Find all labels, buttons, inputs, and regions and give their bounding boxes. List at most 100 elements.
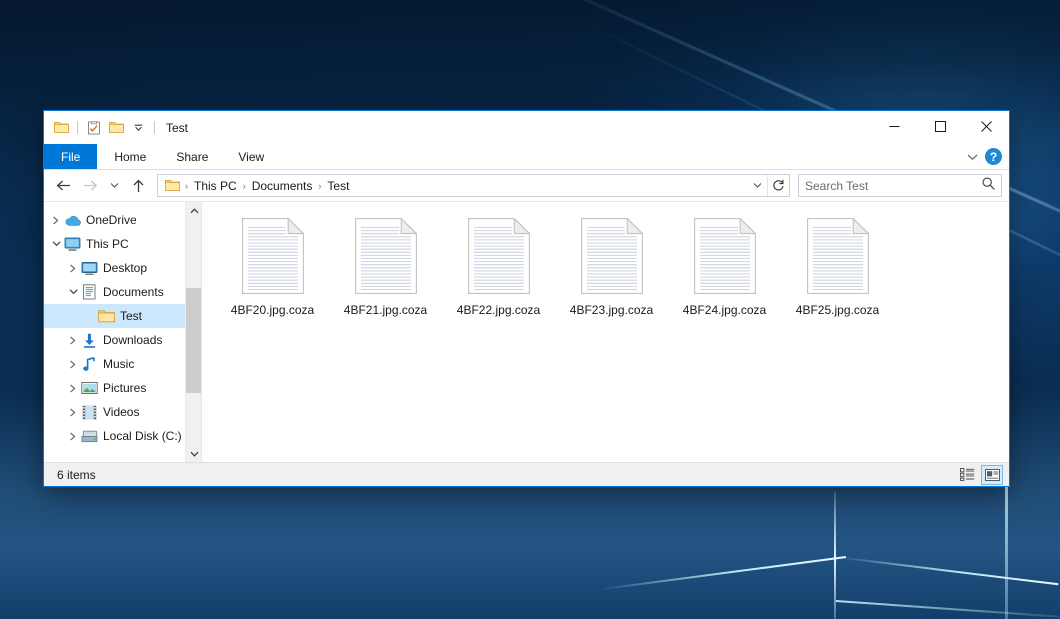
file-item[interactable]: 4BF25.jpg.coza xyxy=(781,216,894,317)
sidebar-item-test[interactable]: Test xyxy=(44,304,201,328)
navigation-pane: OneDrive This PC Desktop Documents Test Downl… xyxy=(44,202,201,462)
sidebar-item-this-pc[interactable]: This PC xyxy=(44,232,201,256)
file-item[interactable]: 4BF24.jpg.coza xyxy=(668,216,781,317)
breadcrumb-separator-1[interactable]: › xyxy=(241,181,248,191)
music-note-icon xyxy=(81,356,98,372)
file-name-label: 4BF23.jpg.coza xyxy=(570,303,653,317)
maximize-button[interactable] xyxy=(917,111,963,142)
qat-separator-2 xyxy=(154,121,155,134)
sidebar-item-local-disk-c[interactable]: Local Disk (C:) xyxy=(44,424,201,448)
file-name-label: 4BF21.jpg.coza xyxy=(344,303,427,317)
chevron-right-icon[interactable] xyxy=(65,432,81,441)
chevron-right-icon[interactable] xyxy=(65,408,81,417)
file-item[interactable]: 4BF23.jpg.coza xyxy=(555,216,668,317)
navigation-tree: OneDrive This PC Desktop Documents Test Downl… xyxy=(44,208,201,448)
sidebar-item-label: Music xyxy=(103,357,134,371)
tab-home[interactable]: Home xyxy=(99,144,161,169)
scroll-down-arrow-icon[interactable] xyxy=(186,445,201,462)
breadcrumb-test[interactable]: Test xyxy=(323,179,353,193)
address-dropdown-chevron-icon[interactable] xyxy=(748,175,767,196)
generic-document-icon xyxy=(242,218,304,294)
quick-access-toolbar xyxy=(44,118,159,138)
navigation-scrollbar[interactable] xyxy=(185,202,201,462)
generic-document-icon xyxy=(807,218,869,294)
qat-separator-1 xyxy=(77,121,78,134)
forward-button[interactable] xyxy=(78,174,103,198)
large-icons-view-button[interactable] xyxy=(981,465,1003,485)
file-explorer-window: Test File Home Share View xyxy=(43,110,1010,487)
file-item[interactable]: 4BF22.jpg.coza xyxy=(442,216,555,317)
sidebar-item-downloads[interactable]: Downloads xyxy=(44,328,201,352)
breadcrumb-this-pc[interactable]: This PC xyxy=(190,179,241,193)
tab-share[interactable]: Share xyxy=(161,144,223,169)
sidebar-item-label: Videos xyxy=(103,405,139,419)
sidebar-item-music[interactable]: Music xyxy=(44,352,201,376)
scrollbar-thumb[interactable] xyxy=(186,288,201,393)
close-button[interactable] xyxy=(963,111,1009,142)
file-item[interactable]: 4BF20.jpg.coza xyxy=(216,216,329,317)
breadcrumb-documents[interactable]: Documents xyxy=(248,179,317,193)
scroll-up-arrow-icon[interactable] xyxy=(186,202,201,219)
wallpaper-logo-ray-vertical-upper xyxy=(834,492,836,558)
sidebar-item-documents[interactable]: Documents xyxy=(44,280,201,304)
sidebar-item-pictures[interactable]: Pictures xyxy=(44,376,201,400)
search-icon[interactable] xyxy=(982,177,995,195)
chevron-right-icon[interactable] xyxy=(65,384,81,393)
minimize-button[interactable] xyxy=(871,111,917,142)
sidebar-item-videos[interactable]: Videos xyxy=(44,400,201,424)
sidebar-item-label: OneDrive xyxy=(86,213,137,227)
customize-chevron-icon[interactable] xyxy=(128,118,148,138)
sidebar-item-label: Downloads xyxy=(103,333,162,347)
generic-document-icon xyxy=(694,218,756,294)
pictures-icon xyxy=(81,380,98,396)
sidebar-item-label: Documents xyxy=(103,285,164,299)
up-button[interactable] xyxy=(126,174,151,198)
documents-icon xyxy=(81,284,98,300)
refresh-button[interactable] xyxy=(767,175,789,196)
folder-icon xyxy=(98,308,115,324)
chevron-right-icon[interactable] xyxy=(48,216,64,225)
onedrive-cloud-icon xyxy=(64,212,81,228)
sidebar-item-label: Test xyxy=(120,309,142,323)
tab-file[interactable]: File xyxy=(44,144,97,169)
help-icon[interactable]: ? xyxy=(985,148,1002,165)
sidebar-item-label: Desktop xyxy=(103,261,147,275)
chevron-right-icon[interactable] xyxy=(65,264,81,273)
sidebar-item-label: Pictures xyxy=(103,381,146,395)
new-folder-icon[interactable] xyxy=(106,118,126,138)
chevron-right-icon[interactable] xyxy=(65,360,81,369)
address-bar-right xyxy=(748,175,789,196)
back-button[interactable] xyxy=(51,174,76,198)
properties-icon[interactable] xyxy=(84,118,104,138)
search-box[interactable]: Search Test xyxy=(798,174,1002,197)
desktop-wallpaper: Test File Home Share View xyxy=(0,0,1060,619)
file-item[interactable]: 4BF21.jpg.coza xyxy=(329,216,442,317)
sidebar-item-label: Local Disk (C:) xyxy=(103,429,182,443)
chevron-down-icon[interactable] xyxy=(65,288,81,296)
recent-locations-chevron-icon[interactable] xyxy=(105,174,124,198)
sidebar-item-desktop[interactable]: Desktop xyxy=(44,256,201,280)
sidebar-item-label: This PC xyxy=(86,237,129,251)
file-name-label: 4BF25.jpg.coza xyxy=(796,303,879,317)
expand-ribbon-chevron-icon[interactable] xyxy=(967,148,978,166)
chevron-down-icon[interactable] xyxy=(48,240,64,248)
folder-icon[interactable] xyxy=(51,118,71,138)
file-name-label: 4BF20.jpg.coza xyxy=(231,303,314,317)
search-input[interactable]: Search Test xyxy=(805,179,982,193)
tab-view[interactable]: View xyxy=(223,144,279,169)
wallpaper-logo-ray-vertical-right xyxy=(1005,470,1008,619)
wallpaper-logo-ray-vertical-lower xyxy=(834,558,836,619)
sidebar-item-onedrive[interactable]: OneDrive xyxy=(44,208,201,232)
details-view-button[interactable] xyxy=(956,465,978,485)
chevron-right-icon[interactable] xyxy=(65,336,81,345)
address-bar[interactable]: › This PC › Documents › Test xyxy=(157,174,790,197)
file-name-label: 4BF24.jpg.coza xyxy=(683,303,766,317)
breadcrumb-separator-2[interactable]: › xyxy=(316,181,323,191)
file-list-pane[interactable]: 4BF20.jpg.coza 4BF21.jpg.coza 4BF22.jpg.co… xyxy=(201,202,1009,462)
view-buttons xyxy=(956,465,1003,485)
breadcrumb-separator-0[interactable]: › xyxy=(183,181,190,191)
title-bar: Test xyxy=(44,111,1009,144)
file-name-label: 4BF22.jpg.coza xyxy=(457,303,540,317)
window-controls xyxy=(871,111,1009,144)
generic-document-icon xyxy=(468,218,530,294)
